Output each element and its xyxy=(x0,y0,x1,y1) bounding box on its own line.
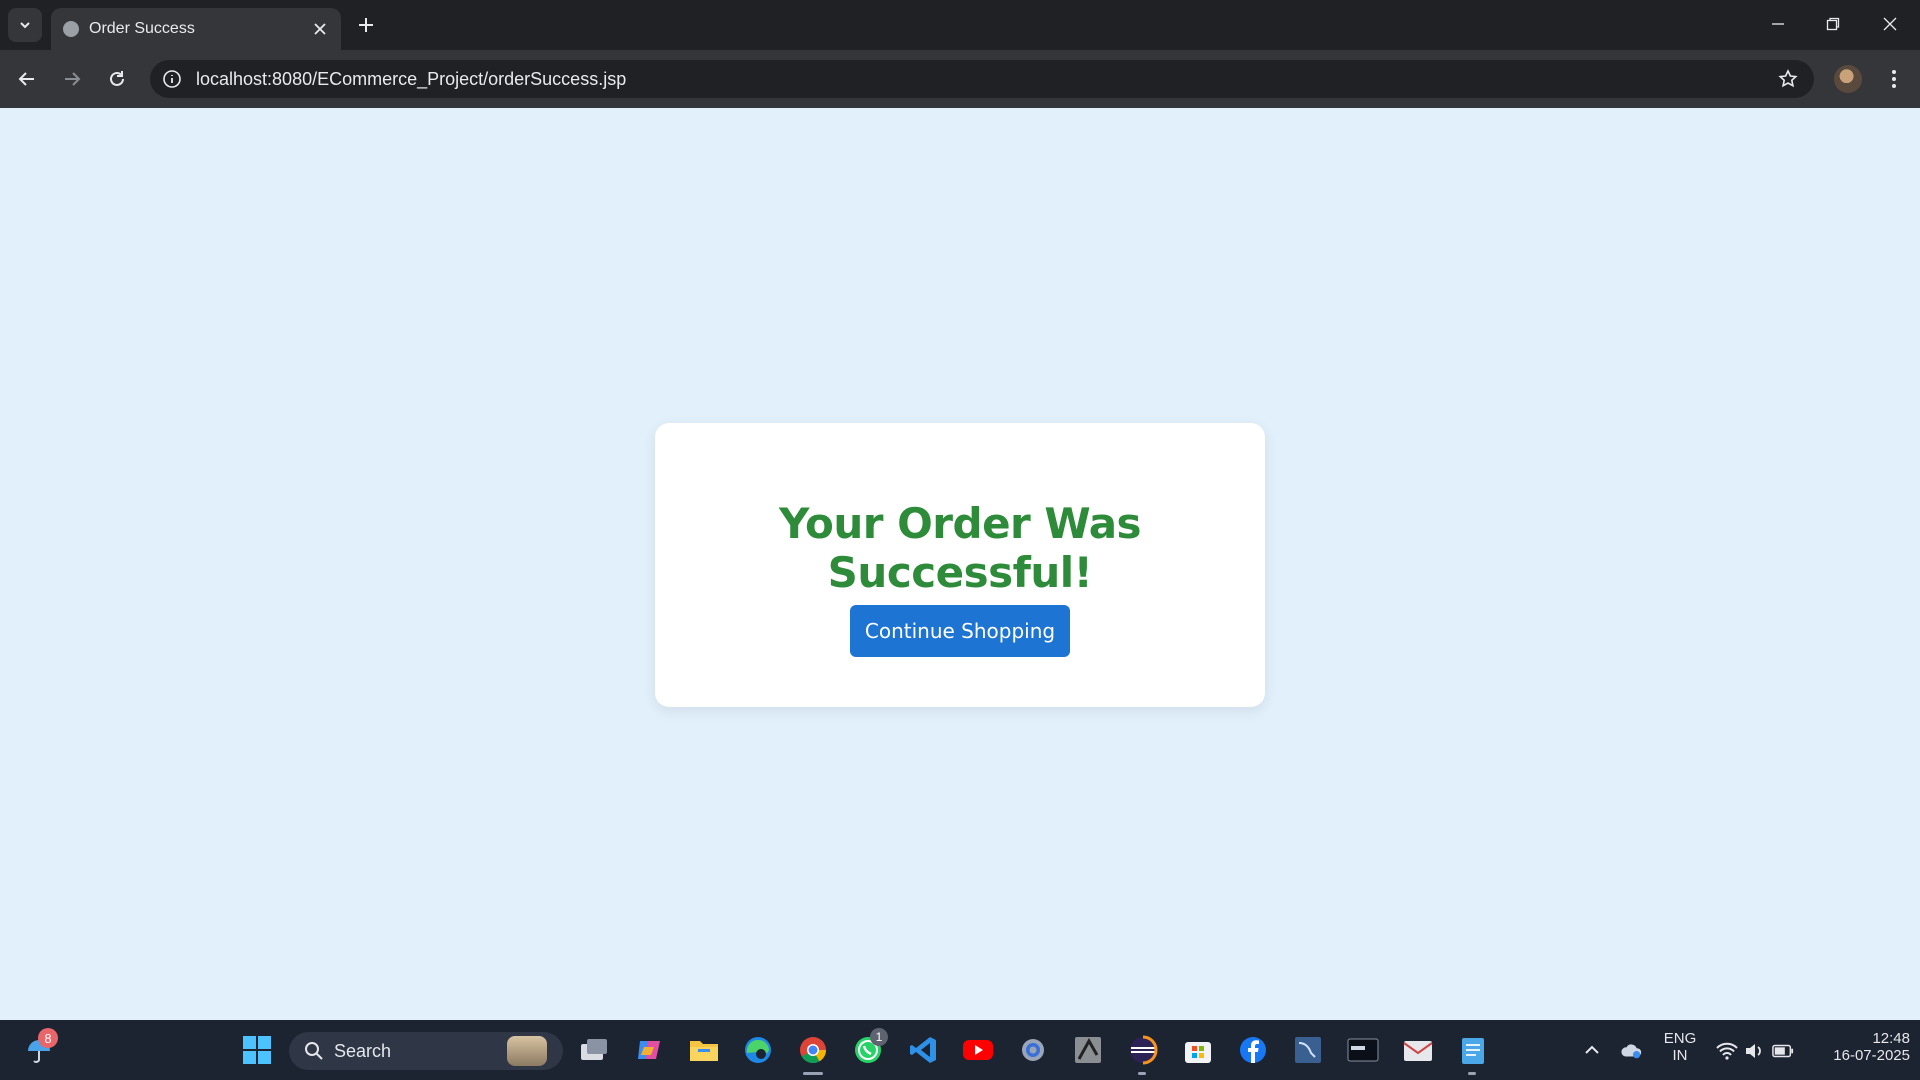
clock-date: 16-07-2025 xyxy=(1833,1047,1910,1064)
show-hidden-icons-button[interactable] xyxy=(1582,1040,1602,1060)
tab-title: Order Success xyxy=(89,20,195,37)
onedrive-icon[interactable] xyxy=(1621,1040,1643,1062)
whatsapp-badge: 1 xyxy=(870,1028,888,1046)
url-text[interactable]: localhost:8080/ECommerce_Project/orderSu… xyxy=(196,69,626,90)
reload-button[interactable] xyxy=(101,63,133,95)
windows-logo-icon xyxy=(243,1036,271,1064)
clock-time: 12:48 xyxy=(1872,1030,1910,1047)
vscode-icon[interactable] xyxy=(906,1033,940,1067)
address-bar[interactable]: localhost:8080/ECommerce_Project/orderSu… xyxy=(150,60,1814,98)
clock[interactable]: 12:48 16-07-2025 xyxy=(1810,1030,1910,1064)
info-icon[interactable] xyxy=(162,69,182,89)
mail-icon[interactable] xyxy=(1401,1033,1435,1067)
reload-icon xyxy=(110,71,124,86)
arrow-right-icon xyxy=(65,72,81,86)
facebook-icon[interactable] xyxy=(1236,1033,1270,1067)
settings-icon[interactable] xyxy=(1016,1033,1050,1067)
forward-button[interactable] xyxy=(56,63,88,95)
close-icon xyxy=(314,23,326,35)
open-app-indicator xyxy=(1468,1072,1476,1075)
mysql-workbench-icon[interactable] xyxy=(1291,1033,1325,1067)
eclipse-icon[interactable] xyxy=(1126,1033,1160,1067)
taskbar: 8 Search 1 ENG IN 12:48 16-07-2025 xyxy=(0,1020,1920,1080)
search-placeholder: Search xyxy=(334,1041,392,1061)
restore-icon xyxy=(1826,17,1840,31)
file-explorer-icon[interactable] xyxy=(687,1033,721,1067)
open-app-indicator xyxy=(1138,1072,1146,1075)
browser-toolbar: localhost:8080/ECommerce_Project/orderSu… xyxy=(0,50,1920,108)
edge-icon[interactable] xyxy=(741,1033,775,1067)
bookmark-star-icon[interactable] xyxy=(1776,67,1800,91)
profile-avatar[interactable] xyxy=(1834,65,1862,93)
page-body: Your Order Was Successful! Continue Shop… xyxy=(0,108,1920,1020)
taskbar-search[interactable]: Search xyxy=(289,1032,563,1070)
close-icon xyxy=(1883,17,1897,31)
task-view-icon[interactable] xyxy=(577,1033,611,1067)
youtube-icon[interactable] xyxy=(961,1033,995,1067)
tab-search-button[interactable] xyxy=(8,8,42,42)
start-button[interactable] xyxy=(240,1033,274,1067)
plus-icon xyxy=(359,18,373,32)
notepad-icon[interactable] xyxy=(1456,1033,1490,1067)
new-tab-button[interactable] xyxy=(352,11,380,39)
chevron-up-icon xyxy=(1585,1045,1599,1054)
close-window-button[interactable] xyxy=(1870,8,1910,40)
chevron-down-icon xyxy=(20,22,30,29)
more-vertical-icon xyxy=(1892,70,1896,88)
wifi-icon[interactable] xyxy=(1716,1040,1738,1062)
tab-order-success[interactable]: Order Success xyxy=(51,8,341,50)
volume-icon[interactable] xyxy=(1744,1040,1766,1062)
region-code: IN xyxy=(1672,1047,1688,1064)
copilot-icon[interactable] xyxy=(632,1033,666,1067)
language-code: ENG xyxy=(1663,1030,1697,1047)
globe-icon xyxy=(63,21,79,37)
minimize-icon xyxy=(1772,23,1784,25)
browser-menu-button[interactable] xyxy=(1880,65,1908,93)
chrome-icon[interactable] xyxy=(796,1033,830,1067)
search-highlight-image xyxy=(507,1036,547,1066)
order-success-card: Your Order Was Successful! Continue Shop… xyxy=(655,423,1265,707)
battery-icon[interactable] xyxy=(1772,1040,1794,1062)
microsoft-store-icon[interactable] xyxy=(1181,1033,1215,1067)
arrow-left-icon xyxy=(18,72,34,86)
minimize-button[interactable] xyxy=(1758,8,1798,40)
language-indicator[interactable]: ENG IN xyxy=(1662,1030,1698,1064)
mysql-cli-icon[interactable] xyxy=(1346,1033,1380,1067)
success-heading: Your Order Was Successful! xyxy=(778,499,1142,597)
restore-button[interactable] xyxy=(1813,8,1853,40)
weather-badge: 8 xyxy=(38,1028,58,1048)
active-app-indicator xyxy=(803,1072,823,1075)
back-button[interactable] xyxy=(11,63,43,95)
browser-tab-bar: Order Success xyxy=(0,0,1920,50)
close-tab-button[interactable] xyxy=(309,18,331,40)
continue-shopping-button[interactable]: Continue Shopping xyxy=(850,605,1070,657)
app-icon[interactable] xyxy=(1071,1033,1105,1067)
search-icon xyxy=(303,1040,325,1062)
